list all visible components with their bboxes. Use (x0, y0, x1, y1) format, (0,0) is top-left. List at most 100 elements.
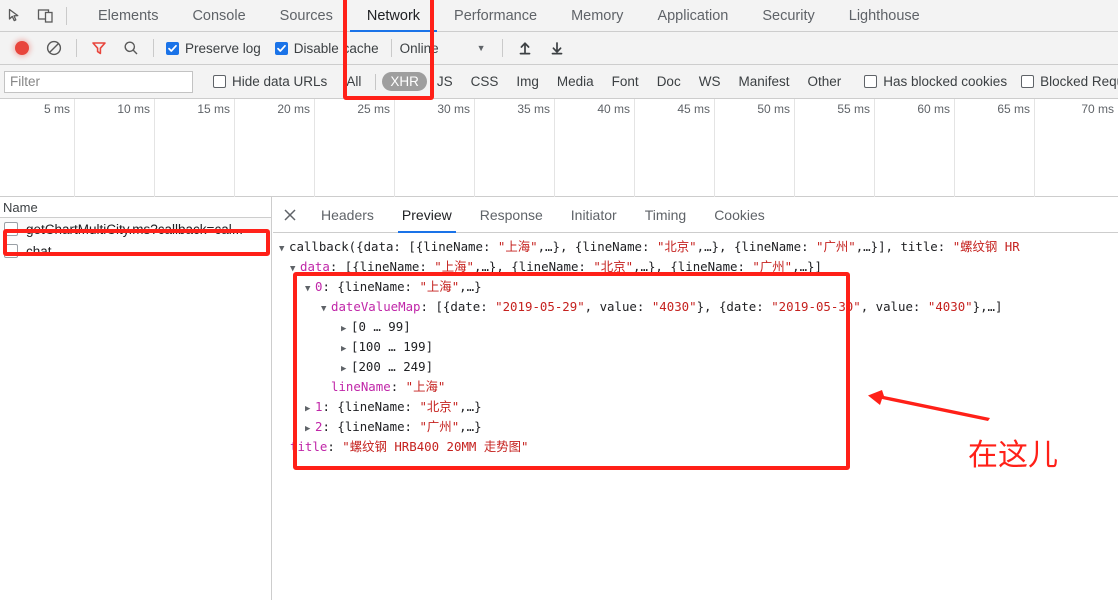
request-name: getChartMultiCity.ms?callback=cal... (26, 221, 243, 237)
detail-tab-label: Headers (321, 206, 374, 223)
expand-triangle-closed-icon[interactable]: ▶ (305, 419, 315, 439)
json-preview-tree: ▼ callback({data: [{lineName: "上海",…}, {l… (273, 233, 1118, 457)
request-name: chat (26, 243, 52, 259)
json-string: "上海" (405, 379, 446, 394)
filter-input[interactable] (4, 70, 193, 93)
checkbox-unchecked-icon (1021, 75, 1035, 88)
preserve-log-label: Preserve log (185, 40, 261, 56)
record-button[interactable] (6, 32, 38, 65)
ruler-cell: 45 ms (635, 99, 715, 197)
blocked-requests-label: Blocked Reque (1040, 74, 1118, 89)
json-string: "广州" (752, 259, 793, 274)
disable-cache-checkbox[interactable]: Disable cache (274, 41, 379, 56)
expand-triangle-closed-icon[interactable]: ▶ (341, 359, 351, 379)
devtools-window: Elements Console Sources Network Perform… (0, 0, 1118, 600)
checkbox-unchecked-icon (213, 75, 226, 88)
expand-triangle-open-icon[interactable]: ▼ (279, 239, 289, 259)
tab-label: Performance (454, 7, 538, 24)
request-list-pane: Name getChartMultiCity.ms?callback=cal..… (0, 197, 272, 600)
json-line-range-200-249[interactable]: ▶ [200 … 249] (279, 357, 1118, 377)
tab-security[interactable]: Security (745, 0, 831, 32)
tab-label: Security (762, 7, 815, 24)
tab-elements[interactable]: Elements (81, 0, 175, 32)
filter-type-doc[interactable]: Doc (649, 72, 689, 91)
filter-type-css[interactable]: CSS (463, 72, 507, 91)
json-line-callback[interactable]: ▼ callback({data: [{lineName: "上海",…}, {l… (279, 237, 1118, 257)
preserve-log-checkbox[interactable]: Preserve log (166, 41, 261, 56)
ruler-cell: 10 ms (75, 99, 155, 197)
json-line-range-0-99[interactable]: ▶ [0 … 99] (279, 317, 1118, 337)
expand-triangle-open-icon[interactable]: ▼ (305, 279, 315, 299)
filter-type-other[interactable]: Other (799, 72, 849, 91)
detail-tab-headers[interactable]: Headers (307, 197, 388, 233)
tab-memory[interactable]: Memory (554, 0, 640, 32)
hide-data-urls-checkbox[interactable]: Hide data URLs (213, 74, 327, 89)
request-row-chat[interactable]: chat (0, 240, 271, 262)
clear-icon (46, 40, 62, 56)
tab-console[interactable]: Console (175, 0, 262, 32)
filter-type-media[interactable]: Media (549, 72, 602, 91)
filter-type-xhr[interactable]: XHR (382, 72, 427, 91)
expand-triangle-open-icon[interactable]: ▼ (321, 299, 331, 319)
export-har-button[interactable] (541, 32, 573, 65)
ruler-tick-label: 70 ms (1081, 102, 1114, 116)
json-line-data[interactable]: ▼ data: [{lineName: "上海",…}, {lineName: "… (279, 257, 1118, 277)
expand-triangle-closed-icon[interactable]: ▶ (305, 399, 315, 419)
detail-tab-preview[interactable]: Preview (388, 197, 466, 233)
record-icon (15, 41, 29, 55)
filter-type-manifest[interactable]: Manifest (730, 72, 797, 91)
toolbar-divider (153, 39, 154, 57)
filter-type-ws[interactable]: WS (691, 72, 729, 91)
json-text: : [{date: (420, 299, 496, 314)
tab-application[interactable]: Application (640, 0, 745, 32)
detail-tab-timing[interactable]: Timing (631, 197, 701, 233)
expand-triangle-closed-icon[interactable]: ▶ (341, 339, 351, 359)
tab-lighthouse[interactable]: Lighthouse (832, 0, 937, 32)
filter-button[interactable] (83, 32, 115, 65)
json-line-range-100-199[interactable]: ▶ [100 … 199] (279, 337, 1118, 357)
clear-button[interactable] (38, 32, 70, 65)
network-overview-ruler[interactable]: 5 ms 10 ms 15 ms 20 ms 25 ms 30 ms 35 ms… (0, 99, 1118, 197)
request-type-icon (4, 222, 18, 236)
chevron-down-icon[interactable]: ▼ (477, 43, 486, 53)
ruler-tick-label: 45 ms (677, 102, 710, 116)
filter-type-font[interactable]: Font (604, 72, 647, 91)
tab-performance[interactable]: Performance (437, 0, 554, 32)
close-detail-button[interactable] (273, 197, 307, 233)
json-text: : (390, 379, 406, 394)
filter-type-js[interactable]: JS (429, 72, 461, 91)
has-blocked-cookies-label: Has blocked cookies (883, 74, 1008, 89)
has-blocked-cookies-checkbox[interactable]: Has blocked cookies (864, 74, 1007, 89)
detail-tab-response[interactable]: Response (466, 197, 557, 233)
ruler-tick-label: 60 ms (917, 102, 950, 116)
tab-label: Application (657, 7, 729, 24)
tab-sources[interactable]: Sources (263, 0, 350, 32)
tab-label: Lighthouse (848, 7, 920, 24)
blocked-requests-checkbox[interactable]: Blocked Reque (1021, 74, 1118, 89)
detail-tab-cookies[interactable]: Cookies (700, 197, 779, 233)
json-text: , value: (584, 299, 652, 314)
json-text: : {lineName: (322, 279, 420, 294)
detail-tab-initiator[interactable]: Initiator (557, 197, 631, 233)
expand-triangle-open-icon[interactable]: ▼ (290, 259, 300, 279)
device-toolbar-icon[interactable] (30, 0, 60, 32)
json-line-index-0[interactable]: ▼ 0: {lineName: "上海",…} (279, 277, 1118, 297)
filter-type-img[interactable]: Img (508, 72, 547, 91)
tab-network[interactable]: Network (349, 0, 438, 32)
filter-type-all[interactable]: All (338, 72, 369, 91)
search-button[interactable] (115, 32, 147, 65)
import-har-button[interactable] (509, 32, 541, 65)
json-string: "螺纹钢 HR (952, 239, 1020, 254)
inspect-element-icon[interactable] (0, 0, 30, 32)
import-har-icon (519, 42, 530, 55)
json-string: "4030" (927, 299, 973, 314)
json-text: ,…} (459, 279, 482, 294)
json-text: [100 … 199] (351, 339, 434, 354)
ruler-tick-label: 25 ms (357, 102, 390, 116)
json-text: : [{lineName: (329, 259, 435, 274)
json-line-datevaluemap[interactable]: ▼ dateValueMap: [{date: "2019-05-29", val… (279, 297, 1118, 317)
expand-triangle-closed-icon[interactable]: ▶ (341, 319, 351, 339)
request-row-getchartmulticity[interactable]: getChartMultiCity.ms?callback=cal... (0, 218, 271, 240)
panel-tabs: Elements Console Sources Network Perform… (81, 0, 937, 32)
throttling-select[interactable]: Online (400, 41, 439, 56)
